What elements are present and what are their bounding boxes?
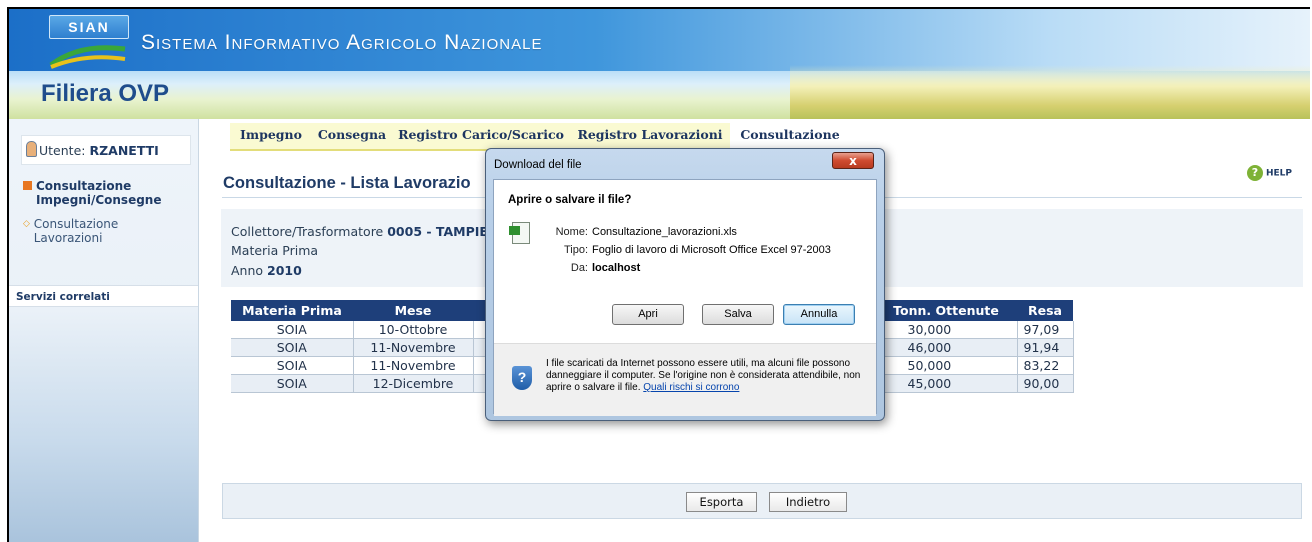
help-link[interactable]: ? HELP — [1246, 165, 1292, 181]
cell-tonn: 50,000 — [875, 356, 1018, 375]
materia-prima-label: Materia Prima — [231, 243, 319, 258]
salva-button[interactable]: Salva — [702, 304, 774, 325]
cell-tonn: 46,000 — [875, 338, 1018, 357]
col-resa: Resa — [1017, 300, 1073, 321]
system-name: Sistema Informativo Agricolo Nazionale — [141, 31, 543, 54]
col-mese: Mese — [353, 300, 473, 321]
app-title: Filiera OVP — [41, 80, 170, 107]
excel-file-icon — [509, 222, 530, 244]
arrow-bullet-icon — [23, 181, 32, 190]
user-label: Utente: — [39, 143, 86, 158]
cell-mese: 11-Novembre — [353, 356, 474, 375]
warning-area: ? I file scaricati da Internet possono e… — [494, 343, 876, 416]
collettore-label: Collettore/Trasformatore — [231, 224, 384, 239]
annulla-button[interactable]: Annulla — [783, 304, 855, 325]
sidebar-item-label: Consultazione Impegni/Consegne — [36, 179, 162, 207]
user-icon — [26, 141, 37, 157]
user-box: Utente: RZANETTI — [21, 135, 191, 165]
dialog-question: Aprire o salvare il file? — [508, 194, 632, 206]
da-value: localhost — [592, 262, 641, 274]
cell-materia: SOIA — [231, 374, 354, 393]
sidebar: Utente: RZANETTI Consultazione Impegni/C… — [9, 119, 199, 542]
shield-question-icon: ? — [512, 366, 532, 390]
action-bar: Esporta Indietro — [222, 483, 1302, 519]
sian-logo-text: SIAN — [49, 15, 129, 39]
header-banner: SIAN Sistema Informativo Agricolo Nazion… — [9, 9, 1310, 119]
cell-mese: 11-Novembre — [353, 338, 474, 357]
sidebar-item-label: Consultazione Lavorazioni — [33, 217, 119, 245]
cell-mese: 10-Ottobre — [353, 321, 474, 339]
dialog-title: Download del file — [494, 159, 582, 171]
collettore-value: 0005 - TAMPIE — [387, 224, 488, 239]
cell-resa: 83,22 — [1017, 356, 1074, 375]
tab-registro-lavorazioni[interactable]: Registro Lavorazioni — [570, 123, 730, 151]
diamond-bullet-icon: ◇ — [23, 219, 30, 229]
cell-tonn: 30,000 — [875, 321, 1018, 339]
cell-materia: SOIA — [231, 338, 354, 357]
anno-value: 2010 — [267, 263, 302, 278]
user-name: RZANETTI — [89, 143, 159, 158]
tipo-value: Foglio di lavoro di Microsoft Office Exc… — [592, 244, 831, 256]
sidebar-item-consultazione-impegni[interactable]: Consultazione Impegni/Consegne — [23, 179, 186, 207]
page-title: Consultazione - Lista Lavorazio — [223, 174, 471, 192]
anno-line: Anno 2010 — [231, 263, 302, 278]
header-field-image — [790, 65, 1310, 119]
file-name-line: Nome: Consultazione_lavorazioni.xls — [544, 226, 737, 238]
warning-text: I file scaricati da Internet possono ess… — [546, 358, 866, 394]
help-label: HELP — [1265, 168, 1292, 179]
cell-materia: SOIA — [231, 356, 354, 375]
col-materia-prima: Materia Prima — [231, 300, 353, 321]
sian-logo-waves-icon — [49, 45, 126, 69]
cell-resa: 90,00 — [1017, 374, 1074, 393]
apri-button[interactable]: Apri — [612, 304, 684, 325]
tab-consultazione[interactable]: Consultazione — [730, 123, 850, 149]
sian-logo: SIAN — [49, 15, 129, 69]
da-label: Da: — [570, 262, 588, 274]
close-icon: x — [849, 154, 857, 168]
tab-consegna[interactable]: Consegna — [312, 123, 392, 151]
nome-value: Consultazione_lavorazioni.xls — [592, 226, 737, 238]
risks-link[interactable]: Quali rischi si corrono — [643, 382, 739, 393]
file-source-line: Da: localhost — [544, 262, 640, 274]
cell-resa: 91,94 — [1017, 338, 1074, 357]
close-button[interactable]: x — [832, 152, 874, 169]
download-dialog: Download del file x Aprire o salvare il … — [485, 148, 885, 421]
sidebar-item-consultazione-lavorazioni[interactable]: ◇ Consultazione Lavorazioni — [23, 217, 144, 245]
cell-tonn: 45,000 — [875, 374, 1018, 393]
file-type-line: Tipo: Foglio di lavoro di Microsoft Offic… — [544, 244, 831, 256]
nome-label: Nome: — [555, 226, 588, 238]
indietro-button[interactable]: Indietro — [769, 492, 847, 512]
col-tonn-ottenute: Tonn. Ottenute — [875, 300, 1017, 321]
tab-registro-carico-scarico[interactable]: Registro Carico/Scarico — [392, 123, 570, 151]
cell-resa: 97,09 — [1017, 321, 1074, 339]
cell-materia: SOIA — [231, 321, 354, 339]
help-icon: ? — [1246, 165, 1263, 181]
cell-mese: 12-Dicembre — [353, 374, 474, 393]
browser-page: SIAN Sistema Informativo Agricolo Nazion… — [7, 7, 1310, 542]
anno-label: Anno — [231, 263, 264, 278]
collettore-line: Collettore/Trasformatore 0005 - TAMPIE — [231, 224, 488, 239]
dialog-body: Aprire o salvare il file? Nome: Consultaz… — [493, 179, 877, 416]
tab-impegno[interactable]: Impegno — [230, 123, 312, 151]
related-services-header: Servizi correlati — [9, 285, 198, 307]
tipo-label: Tipo: — [563, 244, 588, 256]
esporta-button[interactable]: Esporta — [686, 492, 757, 512]
